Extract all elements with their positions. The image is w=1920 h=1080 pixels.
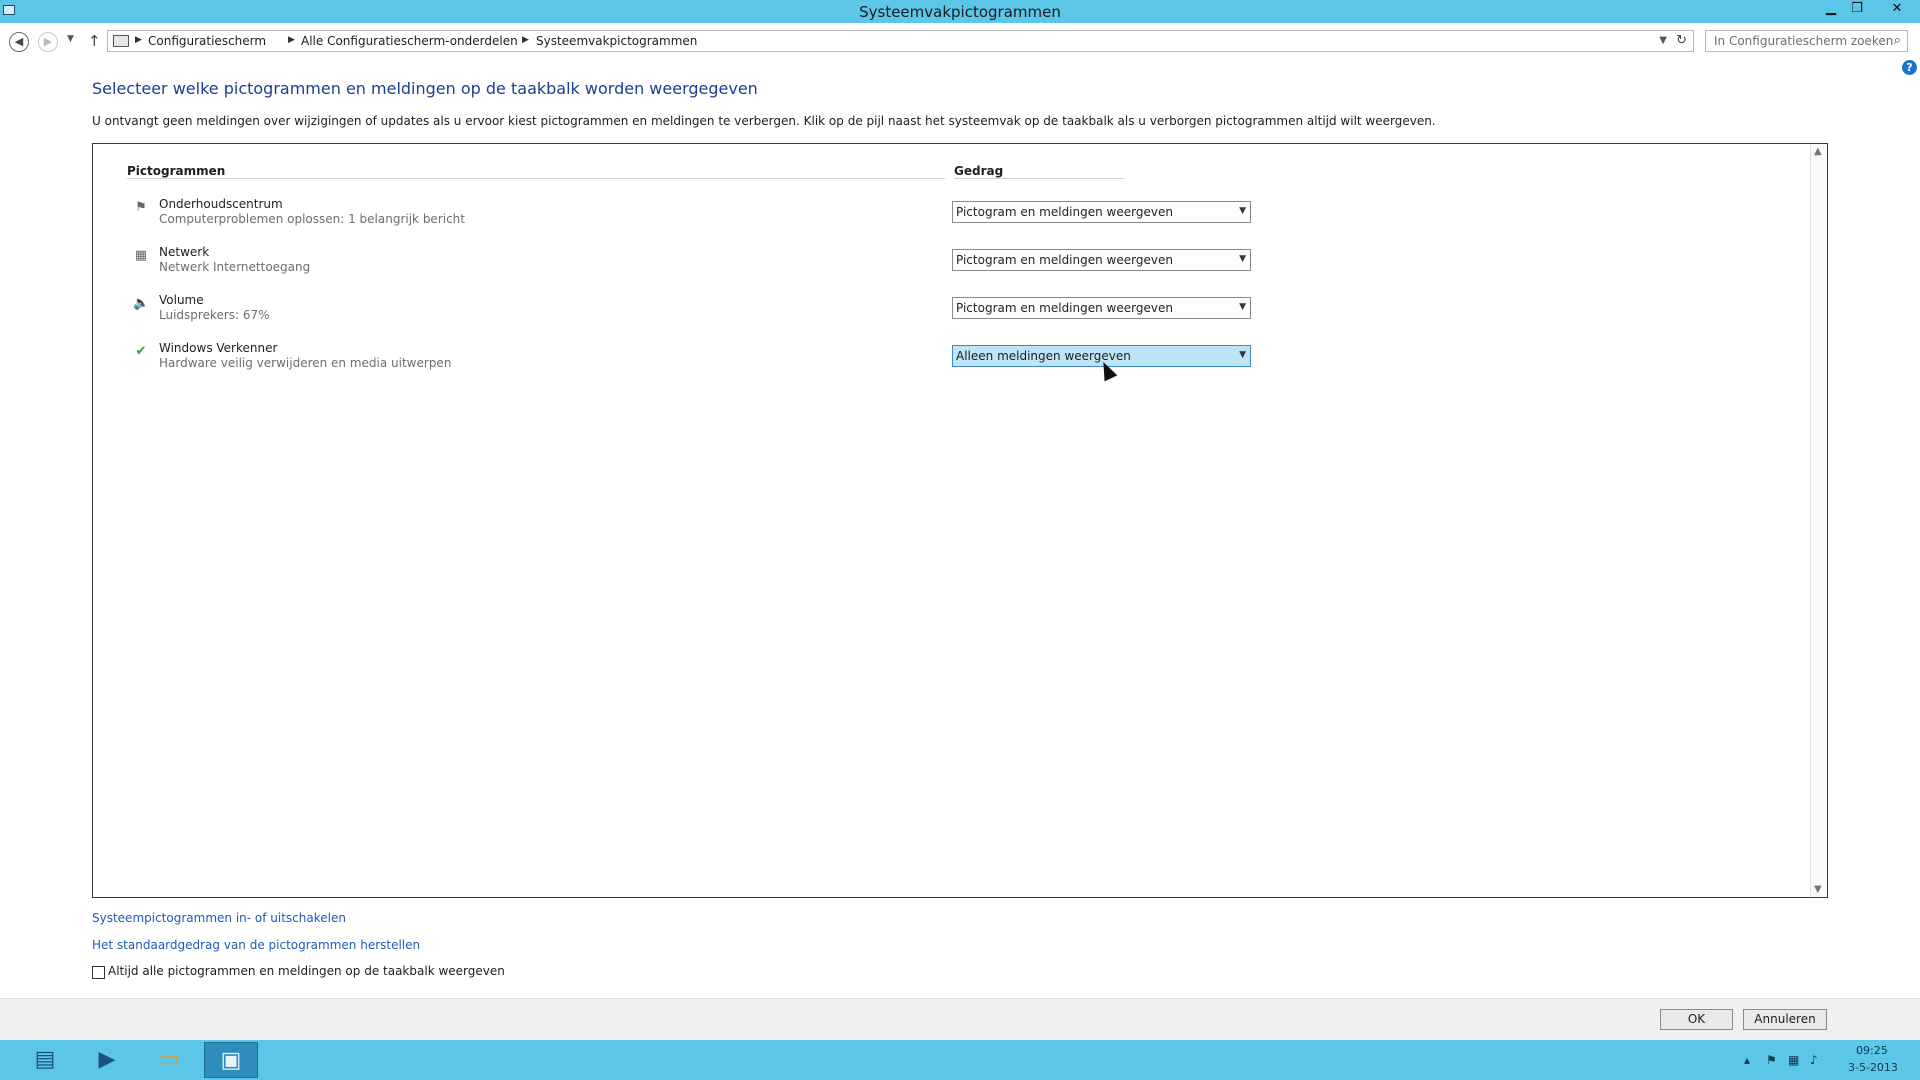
control-panel-taskbar-icon[interactable]: ▣ [204,1042,258,1078]
row-subtitle: Luidsprekers: 67% [159,308,270,322]
row-title: Netwerk [159,245,210,259]
column-header-icons: Pictogrammen [127,164,226,178]
network-icon: ▦ [134,248,148,263]
clock-time[interactable]: 09:25 [1856,1044,1888,1057]
select-value: Pictogram en meldingen weergeven [956,205,1173,219]
address-bar[interactable]: ▶ Configuratiescherm ▶ Alle Configuratie… [107,30,1694,52]
scroll-down-icon[interactable]: ▼ [1814,884,1822,895]
page-title: Selecteer welke pictogrammen en meldinge… [92,79,758,98]
column-divider [127,178,945,179]
list-item: ⚑ Onderhoudscentrum Computerproblemen op… [93,197,1793,237]
tray-expand-icon[interactable]: ▴ [1744,1053,1750,1067]
row-title: Volume [159,293,204,307]
navigation-bar: ◀ ▶ ▼ ↑ ▶ Configuratiescherm ▶ Alle Conf… [0,23,1920,59]
column-divider [954,178,1124,179]
row-title: Windows Verkenner [159,341,278,355]
clock-date[interactable]: 3-5-2013 [1848,1061,1898,1074]
breadcrumb-all-items[interactable]: Alle Configuratiescherm-onderdelen [301,34,518,48]
taskbar: ▤ ▶ ▭ ▣ ▴ ⚑ ▦ ♪ 09:25 3-5-2013 [0,1040,1920,1080]
help-icon[interactable]: ? [1902,60,1917,75]
chevron-down-icon: ▼ [1239,302,1246,312]
address-dropdown-icon[interactable]: ▼ [1659,35,1667,46]
title-bar: Systeemvakpictogrammen ▁ ❐ ✕ [0,0,1920,23]
row-title: Onderhoudscentrum [159,197,283,211]
list-item: ▦ Netwerk Netwerk Internettoegang Pictog… [93,245,1793,285]
row-subtitle: Hardware veilig verwijderen en media uit… [159,356,452,370]
search-input[interactable]: In Configuratiescherm zoeken ⌕ [1705,30,1908,52]
powershell-icon[interactable]: ▶ [80,1042,134,1078]
breadcrumb-separator-icon[interactable]: ▶ [288,35,295,45]
refresh-icon[interactable]: ↻ [1676,33,1687,48]
breadcrumb-current[interactable]: Systeemvakpictogrammen [536,34,697,48]
ok-button[interactable]: OK [1660,1009,1733,1030]
back-button[interactable]: ◀ [9,32,29,52]
page-description: U ontvangt geen meldingen over wijziging… [92,114,1436,128]
tray-flag-icon[interactable]: ⚑ [1766,1053,1777,1067]
forward-button[interactable]: ▶ [38,32,58,52]
restore-default-link[interactable]: Het standaardgedrag van de pictogrammen … [92,938,420,952]
speaker-icon: 🔈 [133,296,150,311]
up-button[interactable]: ↑ [88,32,101,50]
notification-icons-list: Pictogrammen Gedrag ⚑ Onderhoudscentrum … [92,143,1828,898]
usb-eject-icon: ✔ [135,344,147,359]
computer-icon [113,35,129,47]
behavior-select-action-center[interactable]: Pictogram en meldingen weergeven ▼ [952,201,1251,223]
file-explorer-icon[interactable]: ▭ [142,1042,196,1078]
flag-icon: ⚑ [135,200,147,215]
row-subtitle: Netwerk Internettoegang [159,260,311,274]
behavior-select-network[interactable]: Pictogram en meldingen weergeven ▼ [952,249,1251,271]
close-button[interactable]: ✕ [1884,0,1910,20]
tray-volume-icon[interactable]: ♪ [1810,1053,1818,1067]
breadcrumb-control-panel[interactable]: Configuratiescherm [148,34,266,48]
row-subtitle: Computerproblemen oplossen: 1 belangrijk… [159,212,465,226]
list-item: ✔ Windows Verkenner Hardware veilig verw… [93,341,1793,381]
list-item: 🔈 Volume Luidsprekers: 67% Pictogram en … [93,293,1793,333]
chevron-down-icon: ▼ [1239,254,1246,264]
tray-network-icon[interactable]: ▦ [1788,1053,1799,1067]
breadcrumb-separator-icon[interactable]: ▶ [135,35,142,45]
vertical-scrollbar[interactable]: ▲ ▼ [1810,144,1827,897]
always-show-all-checkbox[interactable] [92,966,105,979]
dialog-footer: OK Annuleren [0,998,1920,1040]
recent-pages-dropdown[interactable]: ▼ [67,34,74,44]
search-placeholder: In Configuratiescherm zoeken [1714,34,1894,48]
server-manager-icon[interactable]: ▤ [18,1042,72,1078]
checkbox-label[interactable]: Altijd alle pictogrammen en meldingen op… [108,964,505,978]
column-header-behavior: Gedrag [954,164,1004,178]
system-icons-link[interactable]: Systeempictogrammen in- of uitschakelen [92,911,346,925]
restore-button[interactable]: ❐ [1844,0,1870,20]
breadcrumb-separator-icon[interactable]: ▶ [522,35,529,45]
chevron-down-icon: ▼ [1239,206,1246,216]
search-icon[interactable]: ⌕ [1894,33,1901,48]
chevron-down-icon: ▼ [1239,350,1246,360]
minimize-button[interactable]: ▁ [1818,0,1844,20]
cancel-button[interactable]: Annuleren [1743,1009,1827,1030]
scroll-up-icon[interactable]: ▲ [1814,146,1822,157]
window-title: Systeemvakpictogrammen [859,3,1061,21]
select-value: Pictogram en meldingen weergeven [956,301,1173,315]
select-value: Pictogram en meldingen weergeven [956,253,1173,267]
behavior-select-volume[interactable]: Pictogram en meldingen weergeven ▼ [952,297,1251,319]
